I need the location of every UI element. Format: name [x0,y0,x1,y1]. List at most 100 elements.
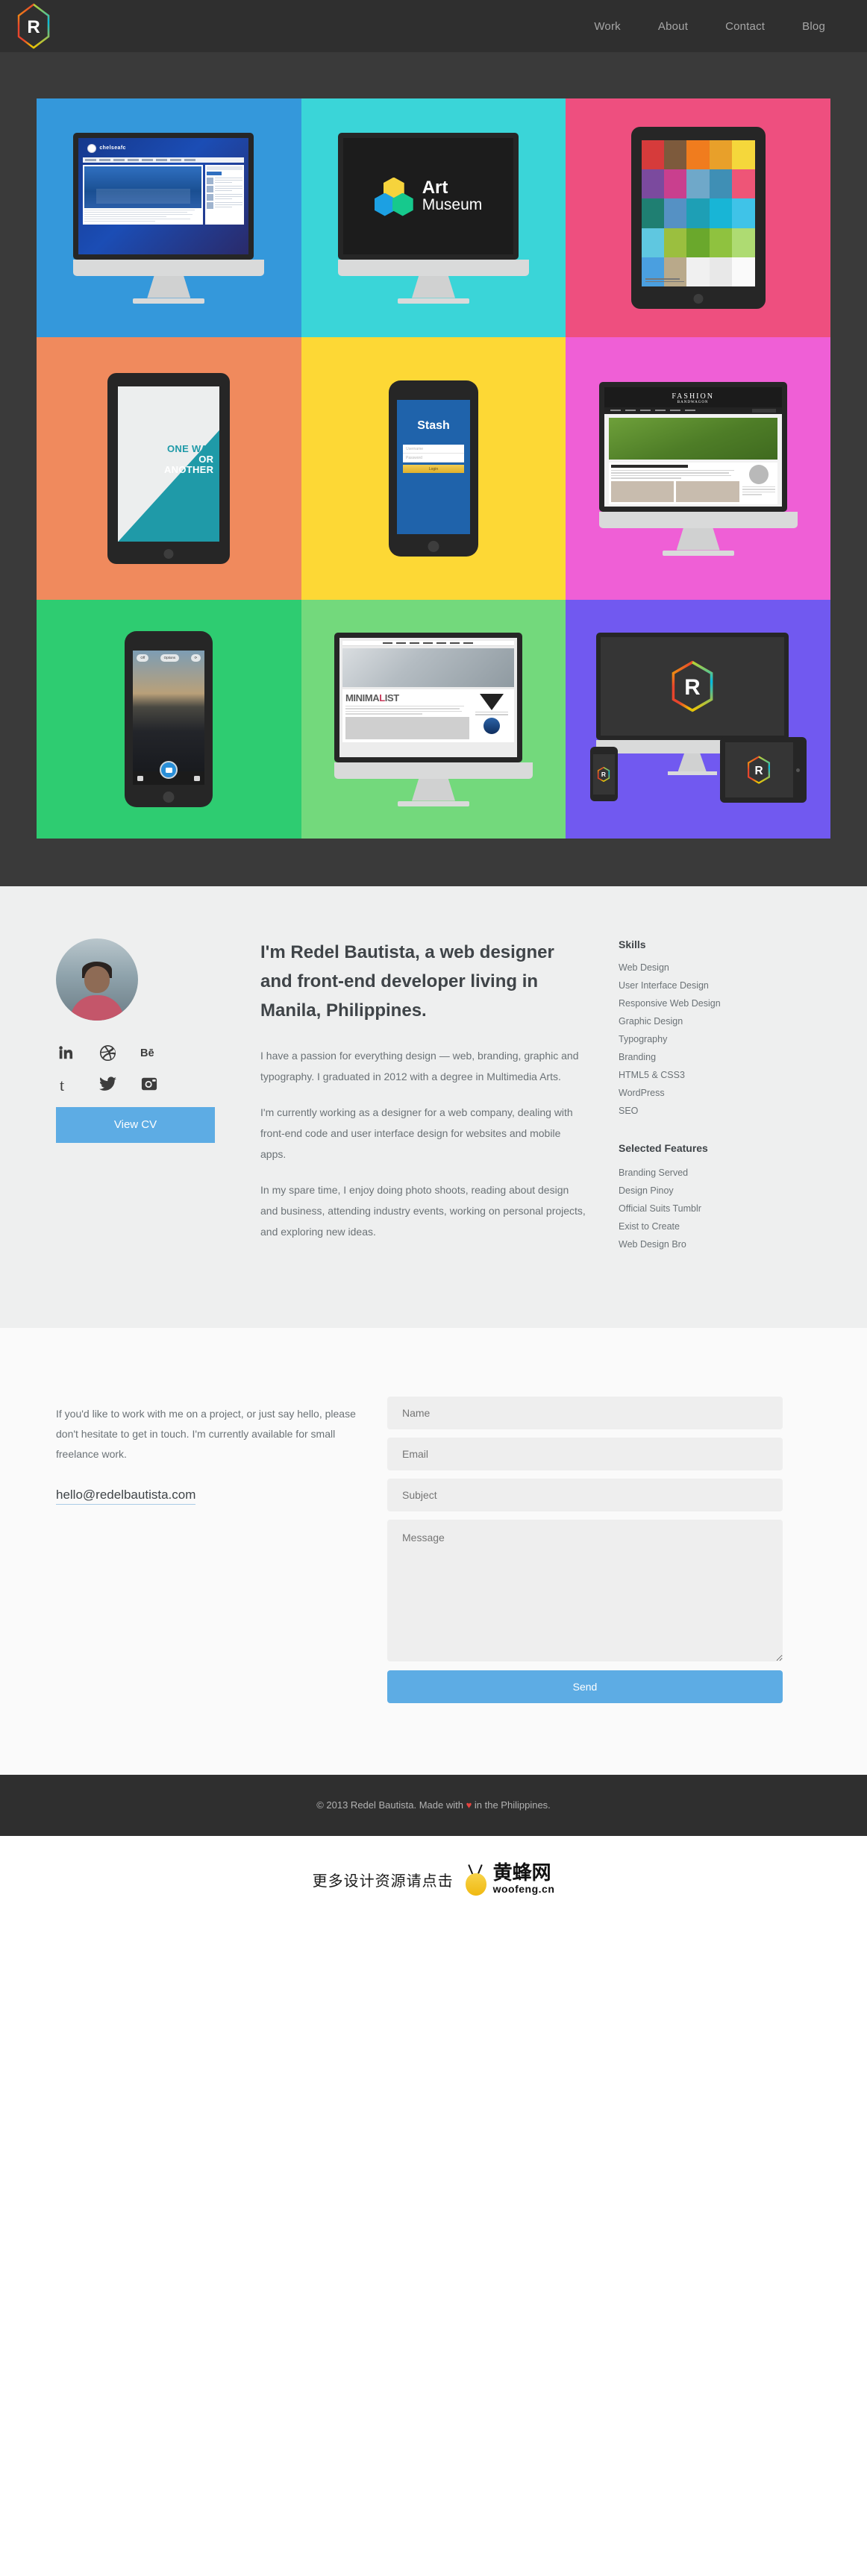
imac-device: Art Museum [337,132,529,304]
footer-copyright: © 2013 Redel Bautista. Made with ♥ in th… [316,1799,551,1811]
skill-item: Responsive Web Design [619,998,721,1009]
work-tile-chelsea-fc-website[interactable]: chelseafc [37,98,301,337]
skill-item: SEO [619,1106,639,1116]
art-museum-wordmark: Art Museum [422,179,483,213]
chelsea-text-lines [84,209,201,222]
subject-input[interactable] [387,1478,783,1511]
contact-form: Send [387,1396,783,1703]
svg-text:Bē: Bē [140,1047,154,1059]
fashion-site-title: FASHION [672,392,714,401]
poster-line-2: OR [198,453,214,465]
imac-bezel: Art Museum [337,132,519,260]
nav-item-work[interactable]: Work [594,20,621,33]
dribbble-icon[interactable] [98,1043,117,1062]
chelsea-wordmark: chelseafc [99,145,126,151]
linkedin-icon[interactable] [56,1043,75,1062]
svg-text:R: R [601,771,606,778]
woofeng-logo[interactable]: 黄蜂网 woofeng.cn [464,1863,555,1896]
chelsea-crest-icon [87,143,97,153]
email-input[interactable] [387,1437,783,1470]
hexagon-logo-icon: R [748,756,771,784]
site-footer: © 2013 Redel Bautista. Made with ♥ in th… [0,1774,867,1836]
work-tile-responsive-identity[interactable]: R R R [566,600,830,839]
about-heading: I'm Redel Bautista, a web designer and f… [260,942,554,1021]
skill-item: Branding [619,1052,657,1062]
work-tile-one-way-or-another-poster[interactable]: ONE WAY OR ANOTHER [37,337,301,600]
fashion-post [610,464,739,502]
stash-password-field[interactable]: Password [402,454,464,463]
tumblr-icon[interactable]: t [56,1074,75,1094]
about-paragraph-3: In my spare time, I enjoy doing photo sh… [260,1183,586,1238]
poster-text: ONE WAY OR ANOTHER [164,443,214,475]
art-museum-hexagons-icon [374,177,413,216]
svg-text:t: t [60,1076,64,1093]
instagram-icon[interactable] [140,1074,159,1094]
minimalist-wordmark: MINIMALIST [345,692,399,703]
imac-device: MINIMALIST [334,632,533,806]
nav-item-about[interactable]: About [658,20,688,33]
chelsea-main-column [83,164,204,225]
imac-screen: chelseafc [78,137,249,254]
bee-icon [464,1864,488,1896]
camera-comment-icon[interactable] [137,775,144,781]
contact-copy: If you'd like to work with me on a proje… [56,1407,356,1461]
phone-device: Stash Username Password Login [388,380,478,557]
send-button[interactable]: Send [387,1670,783,1703]
hexagon-logo-icon: R [598,767,610,782]
chelsea-navbar [83,157,245,163]
chelsea-website-mock: chelseafc [78,137,249,254]
globe-icon [483,717,500,734]
about-sidebar: Skills Web Design User Interface Design … [619,938,790,1257]
chelsea-body [83,164,245,225]
skill-item: Graphic Design [619,1016,683,1027]
work-section: chelseafc Art Museum ONE WAY OR ANOTHER … [0,52,867,886]
tablet-device [630,127,766,309]
camera-switch-icon[interactable]: ⟳ [190,654,201,662]
work-tile-fashion-bandwagon-blog[interactable]: FASHION BANDWAGON [566,337,830,600]
tablet-home-button [163,549,174,559]
camera-shutter-button[interactable] [160,761,178,779]
camera-gallery-icon[interactable] [194,775,201,781]
desktop-screen: R [600,637,784,736]
imac-chin [334,762,533,779]
art-museum-line2: Museum [422,196,483,213]
feature-item[interactable]: Exist to Create [619,1220,790,1234]
feature-item[interactable]: Official Suits Tumblr [619,1202,790,1216]
message-textarea[interactable] [387,1519,783,1661]
view-cv-button[interactable]: View CV [56,1107,215,1143]
fashion-sidebar [742,464,775,502]
work-tile-triangle-collage-poster[interactable] [566,98,830,337]
skill-item: HTML5 & CSS3 [619,1070,685,1080]
camera-options-button[interactable]: Options [160,654,180,662]
promo-text: 更多设计资源请点击 [312,1873,454,1890]
minimalist-navbar [342,640,514,646]
name-input[interactable] [387,1396,783,1429]
imac-device: chelseafc [73,132,265,304]
work-tile-camera-app[interactable]: Off Options ⟳ [37,600,301,839]
work-tile-minimalist-blog[interactable]: MINIMALIST [301,600,566,839]
feature-item[interactable]: Branding Served [619,1166,790,1180]
tablet-screen: R [724,742,793,797]
work-grid: chelseafc Art Museum ONE WAY OR ANOTHER … [37,98,830,839]
twitter-icon[interactable] [98,1074,117,1094]
contact-email-link[interactable]: hello@redelbautista.com [56,1487,196,1505]
work-tile-art-museum-branding[interactable]: Art Museum [301,98,566,337]
tablet-device: R [719,737,807,803]
work-tile-stash-mobile-app[interactable]: Stash Username Password Login [301,337,566,600]
feature-item[interactable]: Web Design Bro [619,1238,790,1252]
stash-login-button[interactable]: Login [402,465,464,473]
poster-caption [645,278,684,283]
nav-item-contact[interactable]: Contact [725,20,765,33]
skill-item: WordPress [619,1088,665,1098]
imac-foot [397,298,469,304]
promo-brand-url: woofeng.cn [492,1883,555,1896]
social-row-bottom: t [56,1074,260,1094]
behance-icon[interactable]: Bē [140,1043,159,1062]
stash-username-field[interactable]: Username [402,445,464,454]
footer-text-after: in the Philippines. [472,1799,551,1811]
feature-item[interactable]: Design Pinoy [619,1184,790,1198]
about-section: Bē t View CV I'm Redel Bautista, a web d… [0,886,867,1328]
camera-flash-toggle[interactable]: Off [137,654,149,662]
nav-item-blog[interactable]: Blog [802,20,825,33]
site-logo[interactable]: R [16,3,51,49]
